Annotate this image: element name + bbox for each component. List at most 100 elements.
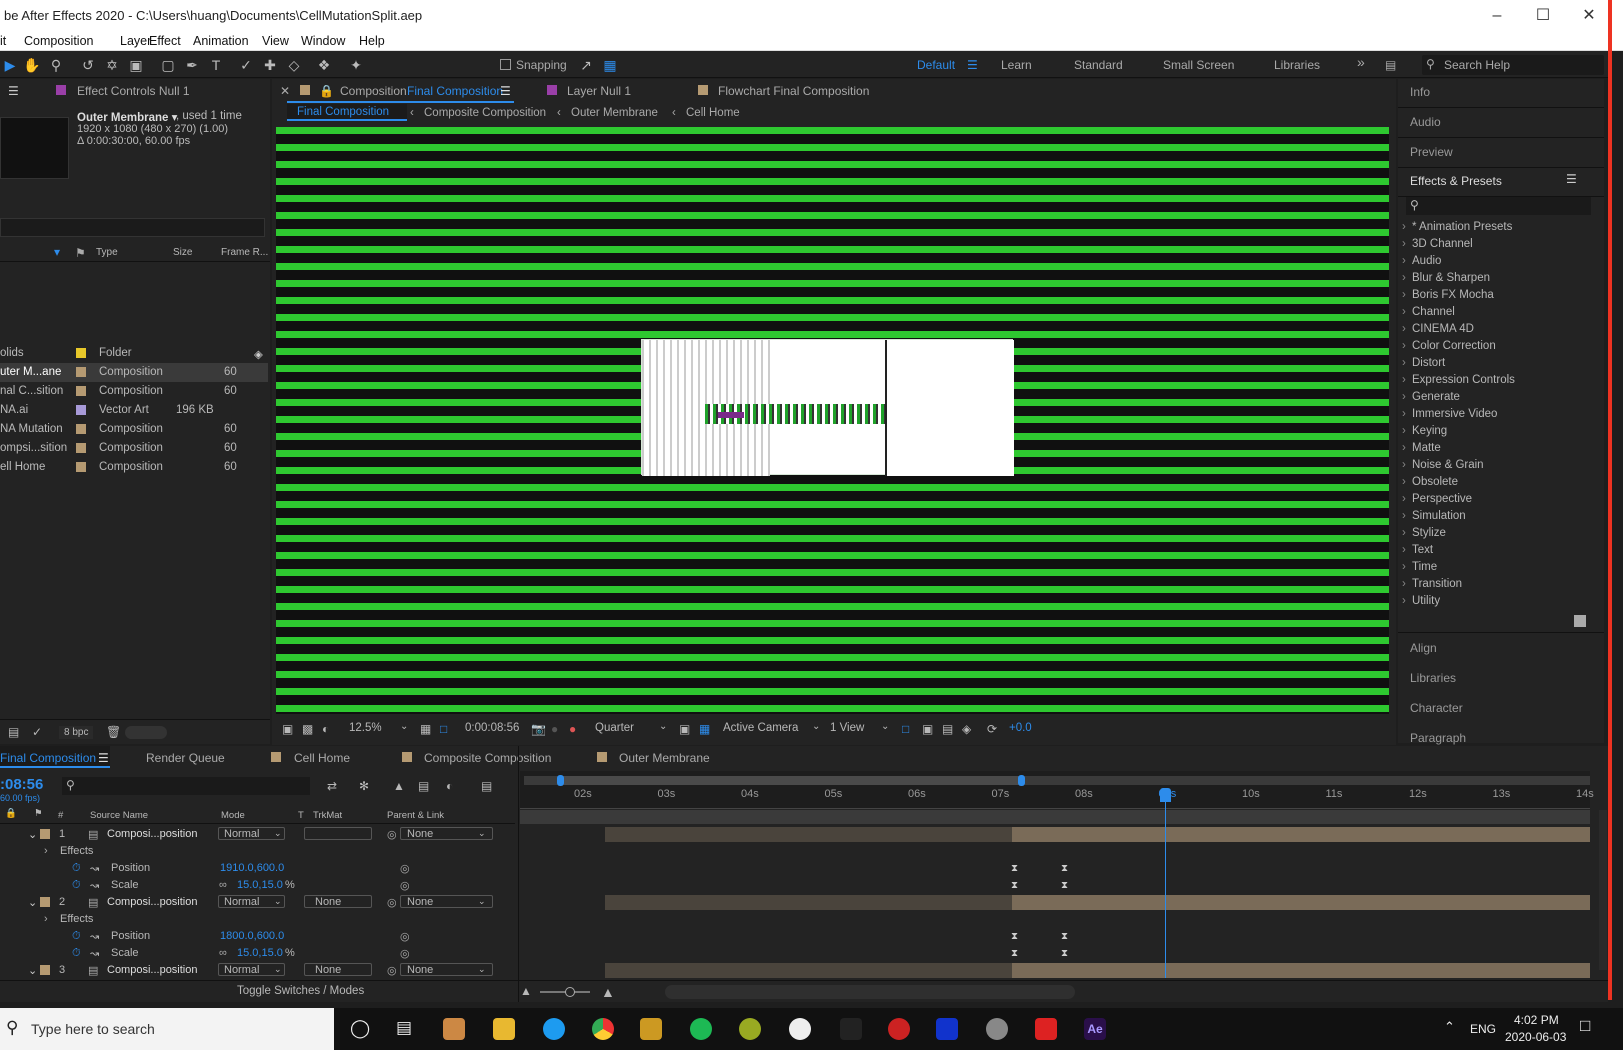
- fast-preview-icon[interactable]: ▣: [922, 722, 933, 736]
- layer-mode[interactable]: Normal: [224, 964, 259, 976]
- zoom-slider-handle[interactable]: [565, 987, 575, 997]
- after-effects-icon[interactable]: Ae: [1084, 1018, 1106, 1040]
- project-panel-menu-icon[interactable]: ☰: [8, 84, 19, 98]
- chevron-down-icon[interactable]: ⌄: [659, 721, 667, 732]
- workspace-libraries[interactable]: Libraries: [1274, 58, 1320, 72]
- effect-category[interactable]: Keying: [1402, 425, 1447, 437]
- tab-menu-icon[interactable]: ☰: [500, 84, 511, 98]
- menu-effect[interactable]: Effect: [149, 34, 181, 48]
- link-icon[interactable]: ∞: [219, 947, 227, 959]
- time-ruler[interactable]: [520, 771, 1590, 809]
- selection-tool-icon[interactable]: ▶: [0, 55, 20, 75]
- layer-mode[interactable]: Normal: [224, 828, 259, 840]
- more-workspaces-icon[interactable]: »: [1357, 54, 1365, 70]
- minimize-button[interactable]: –: [1474, 0, 1520, 32]
- effect-category[interactable]: Utility: [1402, 595, 1440, 607]
- chevron-down-icon[interactable]: ⌄: [812, 721, 820, 732]
- graph-editor-icon[interactable]: ▤: [481, 779, 492, 793]
- thumbnail-slider[interactable]: [125, 726, 167, 739]
- breadcrumb-composite[interactable]: Composite Composition: [424, 107, 546, 119]
- layer-mode[interactable]: Normal: [224, 896, 259, 908]
- taskbar-search[interactable]: ⚲ Type here to search: [0, 1008, 334, 1050]
- label-column-icon[interactable]: ⚑: [75, 246, 86, 260]
- property-value[interactable]: 1910.0,600.0: [220, 862, 284, 874]
- project-row[interactable]: olids Folder ◈: [0, 344, 268, 363]
- timeline-search-input[interactable]: ⚲: [62, 777, 310, 795]
- project-item-name[interactable]: uter M...ane: [0, 366, 61, 378]
- project-item-name[interactable]: ell Home: [0, 461, 45, 473]
- group-name[interactable]: Effects: [60, 845, 93, 857]
- expression-icon[interactable]: ◎: [400, 862, 410, 875]
- views-select[interactable]: 1 View: [830, 722, 864, 734]
- skype-icon[interactable]: [543, 1018, 565, 1040]
- trkmat-select[interactable]: [304, 827, 372, 840]
- tab-effect-controls[interactable]: Effect Controls Null 1: [77, 84, 190, 98]
- layer-parent[interactable]: None: [407, 828, 433, 840]
- layer-active-bar[interactable]: [1012, 895, 1590, 910]
- effect-category[interactable]: Stylize: [1402, 527, 1446, 539]
- effect-category[interactable]: 3D Channel: [1402, 238, 1473, 250]
- timeline-property-row[interactable]: ⏱ ↝ Position 1800.0,600.0 ◎: [0, 928, 515, 945]
- obs-icon[interactable]: [789, 1018, 811, 1040]
- transparency-grid-icon[interactable]: ▦: [699, 722, 710, 736]
- graph-icon[interactable]: ↝: [90, 947, 99, 960]
- notifications-icon[interactable]: □: [1580, 1016, 1590, 1036]
- zoom-tool-icon[interactable]: ⚲: [46, 55, 66, 75]
- col-source-name[interactable]: Source Name: [90, 810, 148, 821]
- graph-icon[interactable]: ↝: [90, 862, 99, 875]
- draft-3d-icon[interactable]: ✻: [359, 779, 369, 793]
- chevron-right-icon[interactable]: ›: [44, 913, 48, 925]
- timeline-layer-row[interactable]: ⌄ 1 ▤ Composi...position Normal ⌄ ◎ None ⌄: [0, 826, 515, 843]
- project-search-input[interactable]: [0, 218, 265, 237]
- cortana-icon[interactable]: ◯: [350, 1018, 370, 1039]
- pen-tool-icon[interactable]: ✒: [182, 55, 202, 75]
- timeline-property-row[interactable]: ⏱ ↝ Scale ∞ 15.0,15.0% ◎: [0, 945, 515, 962]
- effect-category[interactable]: Boris FX Mocha: [1402, 289, 1494, 301]
- layer-parent[interactable]: None: [407, 896, 433, 908]
- lock-icon[interactable]: 🔒: [319, 84, 334, 98]
- composition-viewer[interactable]: [276, 127, 1389, 714]
- menu-composition[interactable]: Composition: [24, 34, 93, 48]
- clock-time[interactable]: 4:02 PM: [1514, 1013, 1559, 1027]
- keyframe-icon[interactable]: ⧗: [1061, 864, 1069, 874]
- panel-audio[interactable]: Audio: [1410, 115, 1441, 129]
- effect-category[interactable]: Noise & Grain: [1402, 459, 1484, 471]
- breadcrumb-cell-home[interactable]: Cell Home: [686, 107, 740, 119]
- trash-icon[interactable]: 🗑: [106, 725, 121, 739]
- graph-icon[interactable]: ↝: [90, 879, 99, 892]
- toggle-switches-modes[interactable]: Toggle Switches / Modes: [237, 985, 364, 997]
- effect-category[interactable]: Matte: [1402, 442, 1441, 454]
- camera-select[interactable]: Active Camera: [723, 722, 798, 734]
- puppet-tool-icon[interactable]: ✦: [346, 55, 366, 75]
- creative-cloud-icon[interactable]: [1035, 1018, 1057, 1040]
- mask-icon[interactable]: ◐: [322, 722, 329, 736]
- tab-composition-prefix[interactable]: Composition: [340, 84, 407, 98]
- effect-category[interactable]: Obsolete: [1402, 476, 1458, 488]
- safe-zones-icon[interactable]: □: [440, 722, 447, 736]
- col-size[interactable]: Size: [173, 247, 192, 258]
- breadcrumb-final[interactable]: Final Composition: [297, 106, 389, 118]
- pan-behind-tool-icon[interactable]: ▣: [126, 55, 146, 75]
- col-frame-rate[interactable]: Frame R...: [221, 247, 268, 258]
- project-row[interactable]: nal C...sition Composition 60: [0, 382, 268, 401]
- pickwhip-icon[interactable]: ◎: [387, 964, 397, 977]
- tab-layer-null[interactable]: Layer Null 1: [567, 84, 631, 98]
- expand-arrow-icon[interactable]: ⌄: [28, 964, 37, 977]
- close-button[interactable]: ✕: [1566, 0, 1612, 32]
- menu-help[interactable]: Help: [359, 34, 385, 48]
- work-area-start-handle[interactable]: [557, 775, 564, 786]
- layer-trkmat[interactable]: None: [315, 896, 341, 908]
- property-value[interactable]: 15.0,15.0: [237, 947, 283, 959]
- menu-layer[interactable]: Layer: [120, 34, 151, 48]
- reset-exposure-icon[interactable]: ⟳: [987, 722, 997, 736]
- menu-view[interactable]: View: [262, 34, 289, 48]
- layer-active-bar[interactable]: [1012, 963, 1590, 978]
- workspace-default[interactable]: Default: [917, 58, 955, 72]
- expression-icon[interactable]: ◎: [400, 947, 410, 960]
- group-name[interactable]: Effects: [60, 913, 93, 925]
- panel-paragraph[interactable]: Paragraph: [1410, 731, 1466, 745]
- zoom-select[interactable]: 12.5%: [349, 722, 382, 734]
- region-icon[interactable]: ▣: [679, 722, 690, 736]
- project-item-name[interactable]: olids: [0, 347, 24, 359]
- layer-trkmat[interactable]: None: [315, 964, 341, 976]
